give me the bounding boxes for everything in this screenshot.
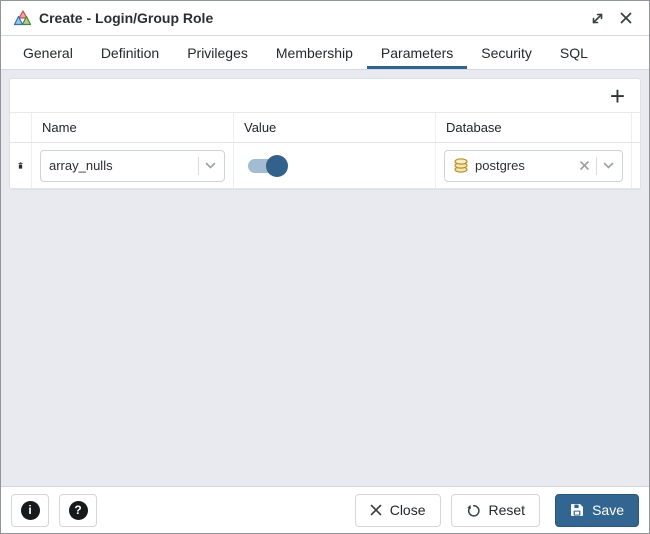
info-button[interactable]: i bbox=[11, 494, 49, 527]
parameters-panel: + Name Value Database bbox=[1, 70, 649, 486]
grid-toolbar: + bbox=[10, 79, 640, 113]
table-row-name-cell: array_nulls bbox=[32, 143, 234, 189]
tab-definition[interactable]: Definition bbox=[87, 36, 173, 69]
save-button-label: Save bbox=[592, 502, 624, 518]
group-role-icon bbox=[13, 10, 32, 27]
chevron-down-icon bbox=[205, 162, 216, 169]
reset-button[interactable]: Reset bbox=[451, 494, 541, 527]
reset-icon bbox=[466, 503, 481, 518]
table-row-delete-cell bbox=[10, 143, 32, 189]
close-button[interactable]: Close bbox=[355, 494, 441, 527]
toggle-knob bbox=[266, 155, 288, 177]
header-value: Value bbox=[234, 113, 436, 143]
tab-security[interactable]: Security bbox=[467, 36, 546, 69]
help-button[interactable]: ? bbox=[59, 494, 97, 527]
save-icon bbox=[570, 503, 584, 517]
info-icon: i bbox=[21, 501, 40, 520]
titlebar: Create - Login/Group Role bbox=[1, 1, 649, 36]
chevron-down-icon bbox=[603, 162, 614, 169]
help-icon: ? bbox=[69, 501, 88, 520]
header-database: Database bbox=[436, 113, 632, 143]
close-icon[interactable] bbox=[615, 7, 637, 29]
tab-privileges[interactable]: Privileges bbox=[173, 36, 262, 69]
table-row-spacer-cell bbox=[632, 143, 641, 189]
reset-button-label: Reset bbox=[489, 502, 526, 518]
parameters-grid: + Name Value Database bbox=[9, 78, 641, 190]
database-select-value: postgres bbox=[475, 158, 573, 173]
save-button[interactable]: Save bbox=[555, 494, 639, 527]
database-icon bbox=[453, 158, 469, 173]
grid-table: Name Value Database a bbox=[10, 113, 640, 189]
tab-sql[interactable]: SQL bbox=[546, 36, 602, 69]
delete-row-icon[interactable] bbox=[18, 157, 23, 174]
expand-icon[interactable] bbox=[586, 7, 608, 29]
close-x-icon bbox=[370, 504, 382, 516]
database-select[interactable]: postgres bbox=[444, 150, 623, 182]
value-toggle[interactable] bbox=[248, 155, 288, 177]
header-spacer-column bbox=[632, 113, 641, 143]
tab-parameters[interactable]: Parameters bbox=[367, 36, 467, 69]
tab-membership[interactable]: Membership bbox=[262, 36, 367, 69]
select-divider bbox=[596, 157, 597, 175]
table-row-database-cell: postgres bbox=[436, 143, 632, 189]
name-select-value: array_nulls bbox=[49, 158, 192, 173]
tabbar: General Definition Privileges Membership… bbox=[1, 36, 649, 70]
tab-general[interactable]: General bbox=[9, 36, 87, 69]
close-button-label: Close bbox=[390, 502, 426, 518]
header-handle-column bbox=[10, 113, 32, 143]
dialog-title: Create - Login/Group Role bbox=[39, 10, 213, 26]
header-name: Name bbox=[32, 113, 234, 143]
table-row-value-cell bbox=[234, 143, 436, 189]
select-divider bbox=[198, 157, 199, 175]
create-login-group-role-dialog: Create - Login/Group Role General Defini… bbox=[0, 0, 650, 534]
clear-icon[interactable] bbox=[579, 160, 590, 171]
add-row-button[interactable]: + bbox=[605, 86, 630, 106]
footer: i ? Close Reset bbox=[1, 486, 649, 533]
name-select[interactable]: array_nulls bbox=[40, 150, 225, 182]
